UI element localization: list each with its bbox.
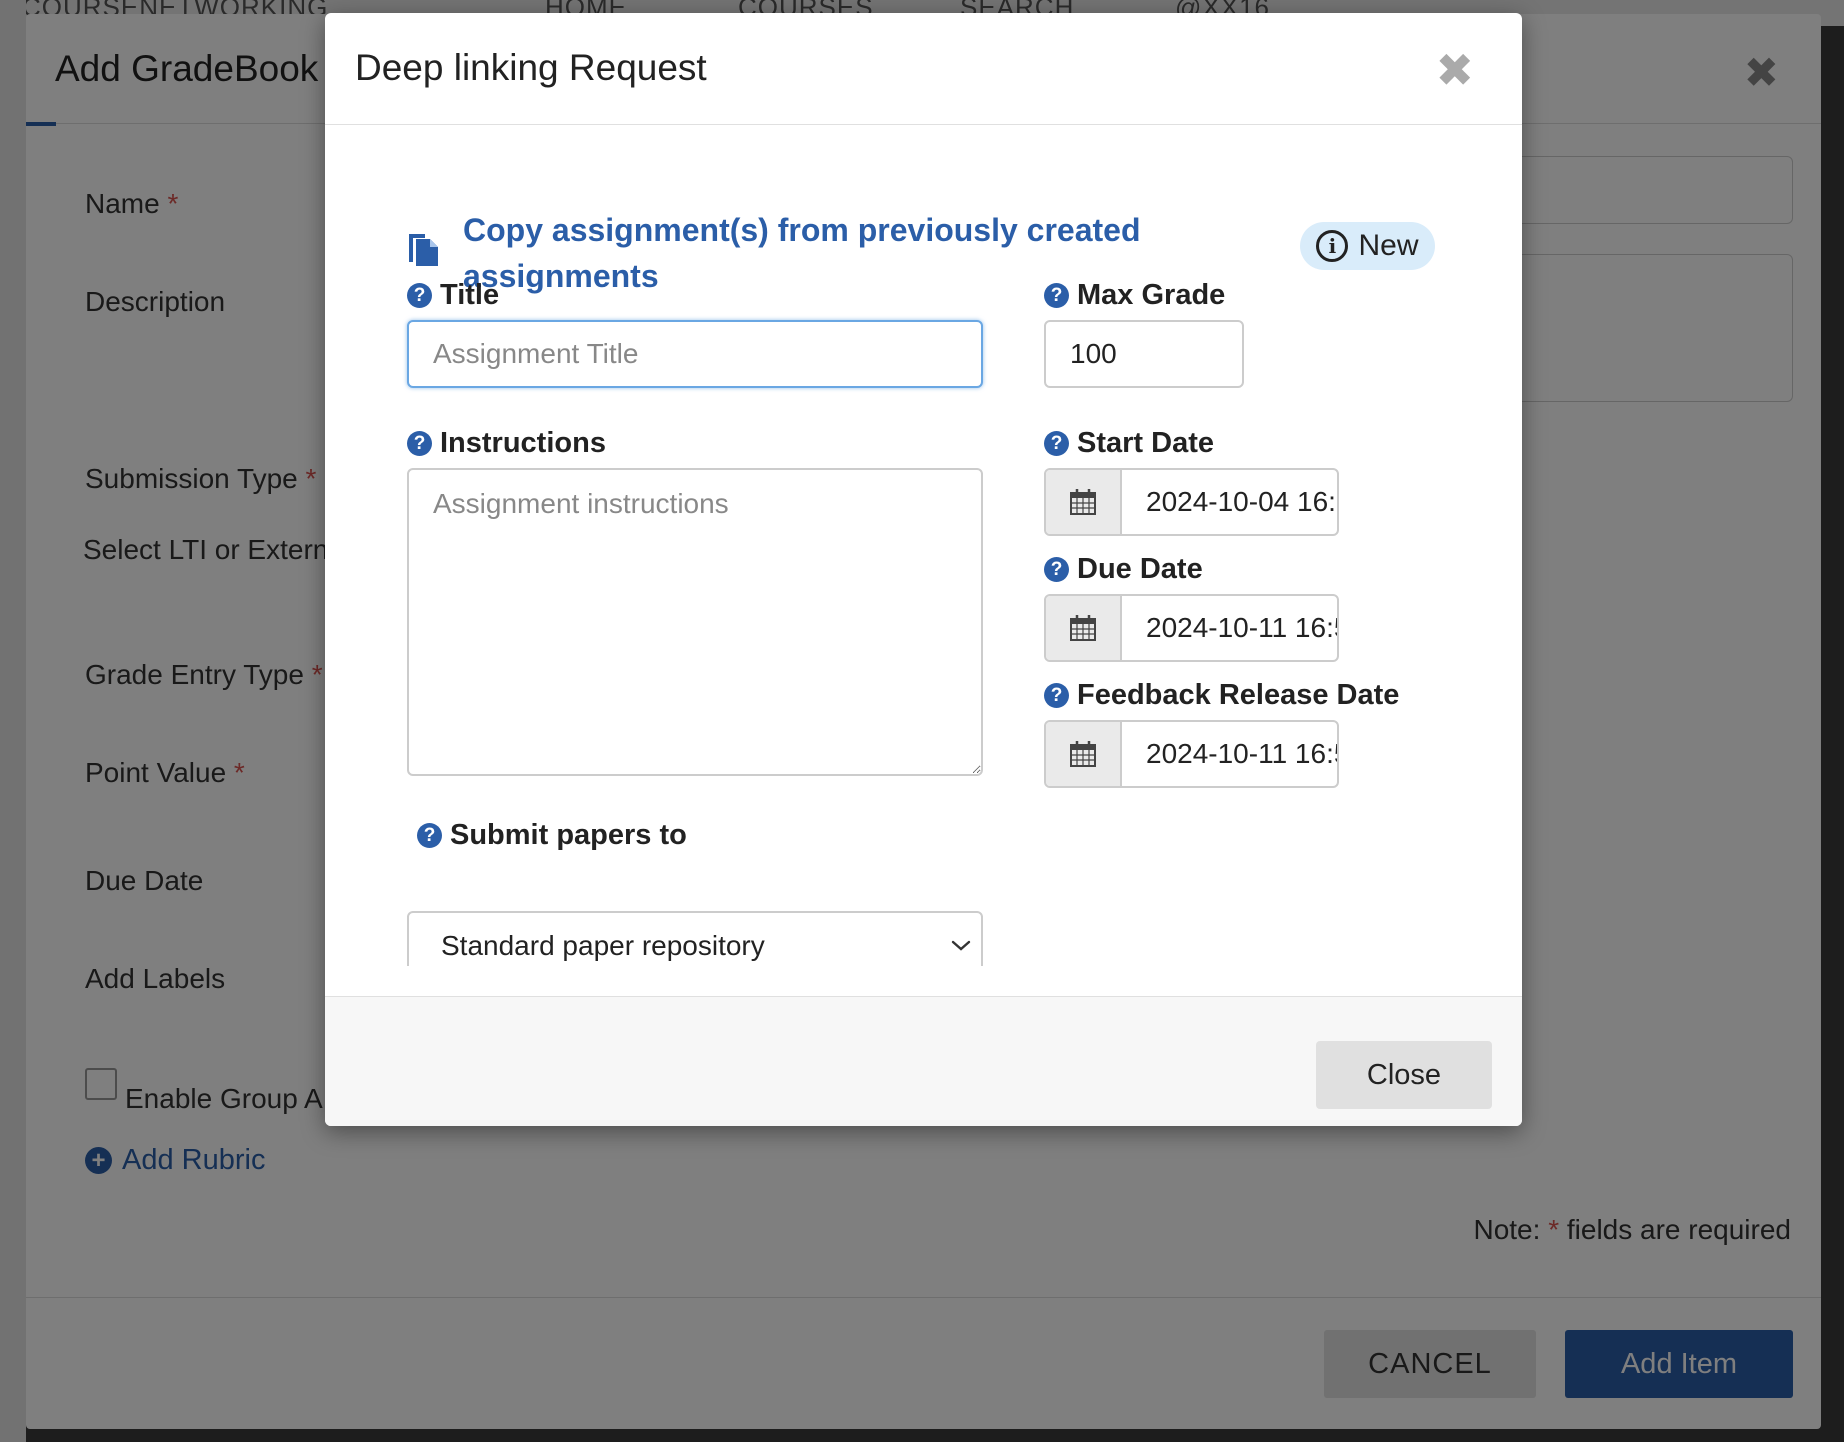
feedback-release-date-label: ? Feedback Release Date	[1044, 679, 1399, 712]
help-icon[interactable]: ?	[407, 431, 432, 456]
help-icon[interactable]: ?	[1044, 557, 1069, 582]
due-date-field: 2024-10-11 16:50 ED	[1044, 594, 1339, 662]
deep-linking-dialog: Deep linking Request ✖ Copy assignment(s…	[325, 13, 1522, 1126]
new-badge: i New	[1300, 222, 1435, 270]
title-input[interactable]	[407, 320, 983, 388]
due-date-calendar-button[interactable]	[1046, 596, 1122, 660]
submit-papers-value: Standard paper repository	[441, 930, 765, 961]
instructions-textarea[interactable]	[407, 468, 983, 776]
feedback-release-date-value[interactable]: 2024-10-11 16:50 ED	[1122, 722, 1337, 786]
max-grade-label: ? Max Grade	[1044, 279, 1225, 312]
dialog-body: Copy assignment(s) from previously creat…	[325, 125, 1522, 966]
close-button[interactable]: Close	[1316, 1041, 1492, 1109]
copy-icon[interactable]	[407, 228, 439, 266]
instructions-label: ? Instructions	[407, 427, 606, 460]
submit-papers-label: ? Submit papers to	[417, 819, 687, 852]
due-date-value[interactable]: 2024-10-11 16:50 ED	[1122, 596, 1337, 660]
max-grade-input[interactable]	[1044, 320, 1244, 388]
dialog-header: Deep linking Request ✖	[325, 13, 1522, 125]
start-date-calendar-button[interactable]	[1046, 470, 1122, 534]
new-badge-label: New	[1358, 229, 1419, 262]
title-label: ? Title	[407, 279, 499, 312]
due-date-label: ? Due Date	[1044, 553, 1203, 586]
help-icon[interactable]: ?	[1044, 283, 1069, 308]
submit-papers-select[interactable]: Standard paper repository	[407, 911, 983, 966]
help-icon[interactable]: ?	[1044, 431, 1069, 456]
feedback-date-calendar-button[interactable]	[1046, 722, 1122, 786]
start-date-value[interactable]: 2024-10-04 16:50 ED	[1122, 470, 1337, 534]
help-icon[interactable]: ?	[1044, 683, 1069, 708]
start-date-label: ? Start Date	[1044, 427, 1214, 460]
calendar-icon	[1070, 615, 1096, 641]
info-icon: i	[1316, 230, 1349, 262]
help-icon[interactable]: ?	[417, 823, 442, 848]
calendar-icon	[1070, 489, 1096, 515]
dialog-close-icon[interactable]: ✖	[1435, 43, 1474, 97]
calendar-icon	[1070, 741, 1096, 767]
feedback-release-date-field: 2024-10-11 16:50 ED	[1044, 720, 1339, 788]
help-icon[interactable]: ?	[407, 283, 432, 308]
chevron-down-icon	[951, 940, 971, 951]
dialog-title: Deep linking Request	[355, 47, 707, 88]
dialog-footer: Close	[325, 996, 1522, 1126]
start-date-field: 2024-10-04 16:50 ED	[1044, 468, 1339, 536]
